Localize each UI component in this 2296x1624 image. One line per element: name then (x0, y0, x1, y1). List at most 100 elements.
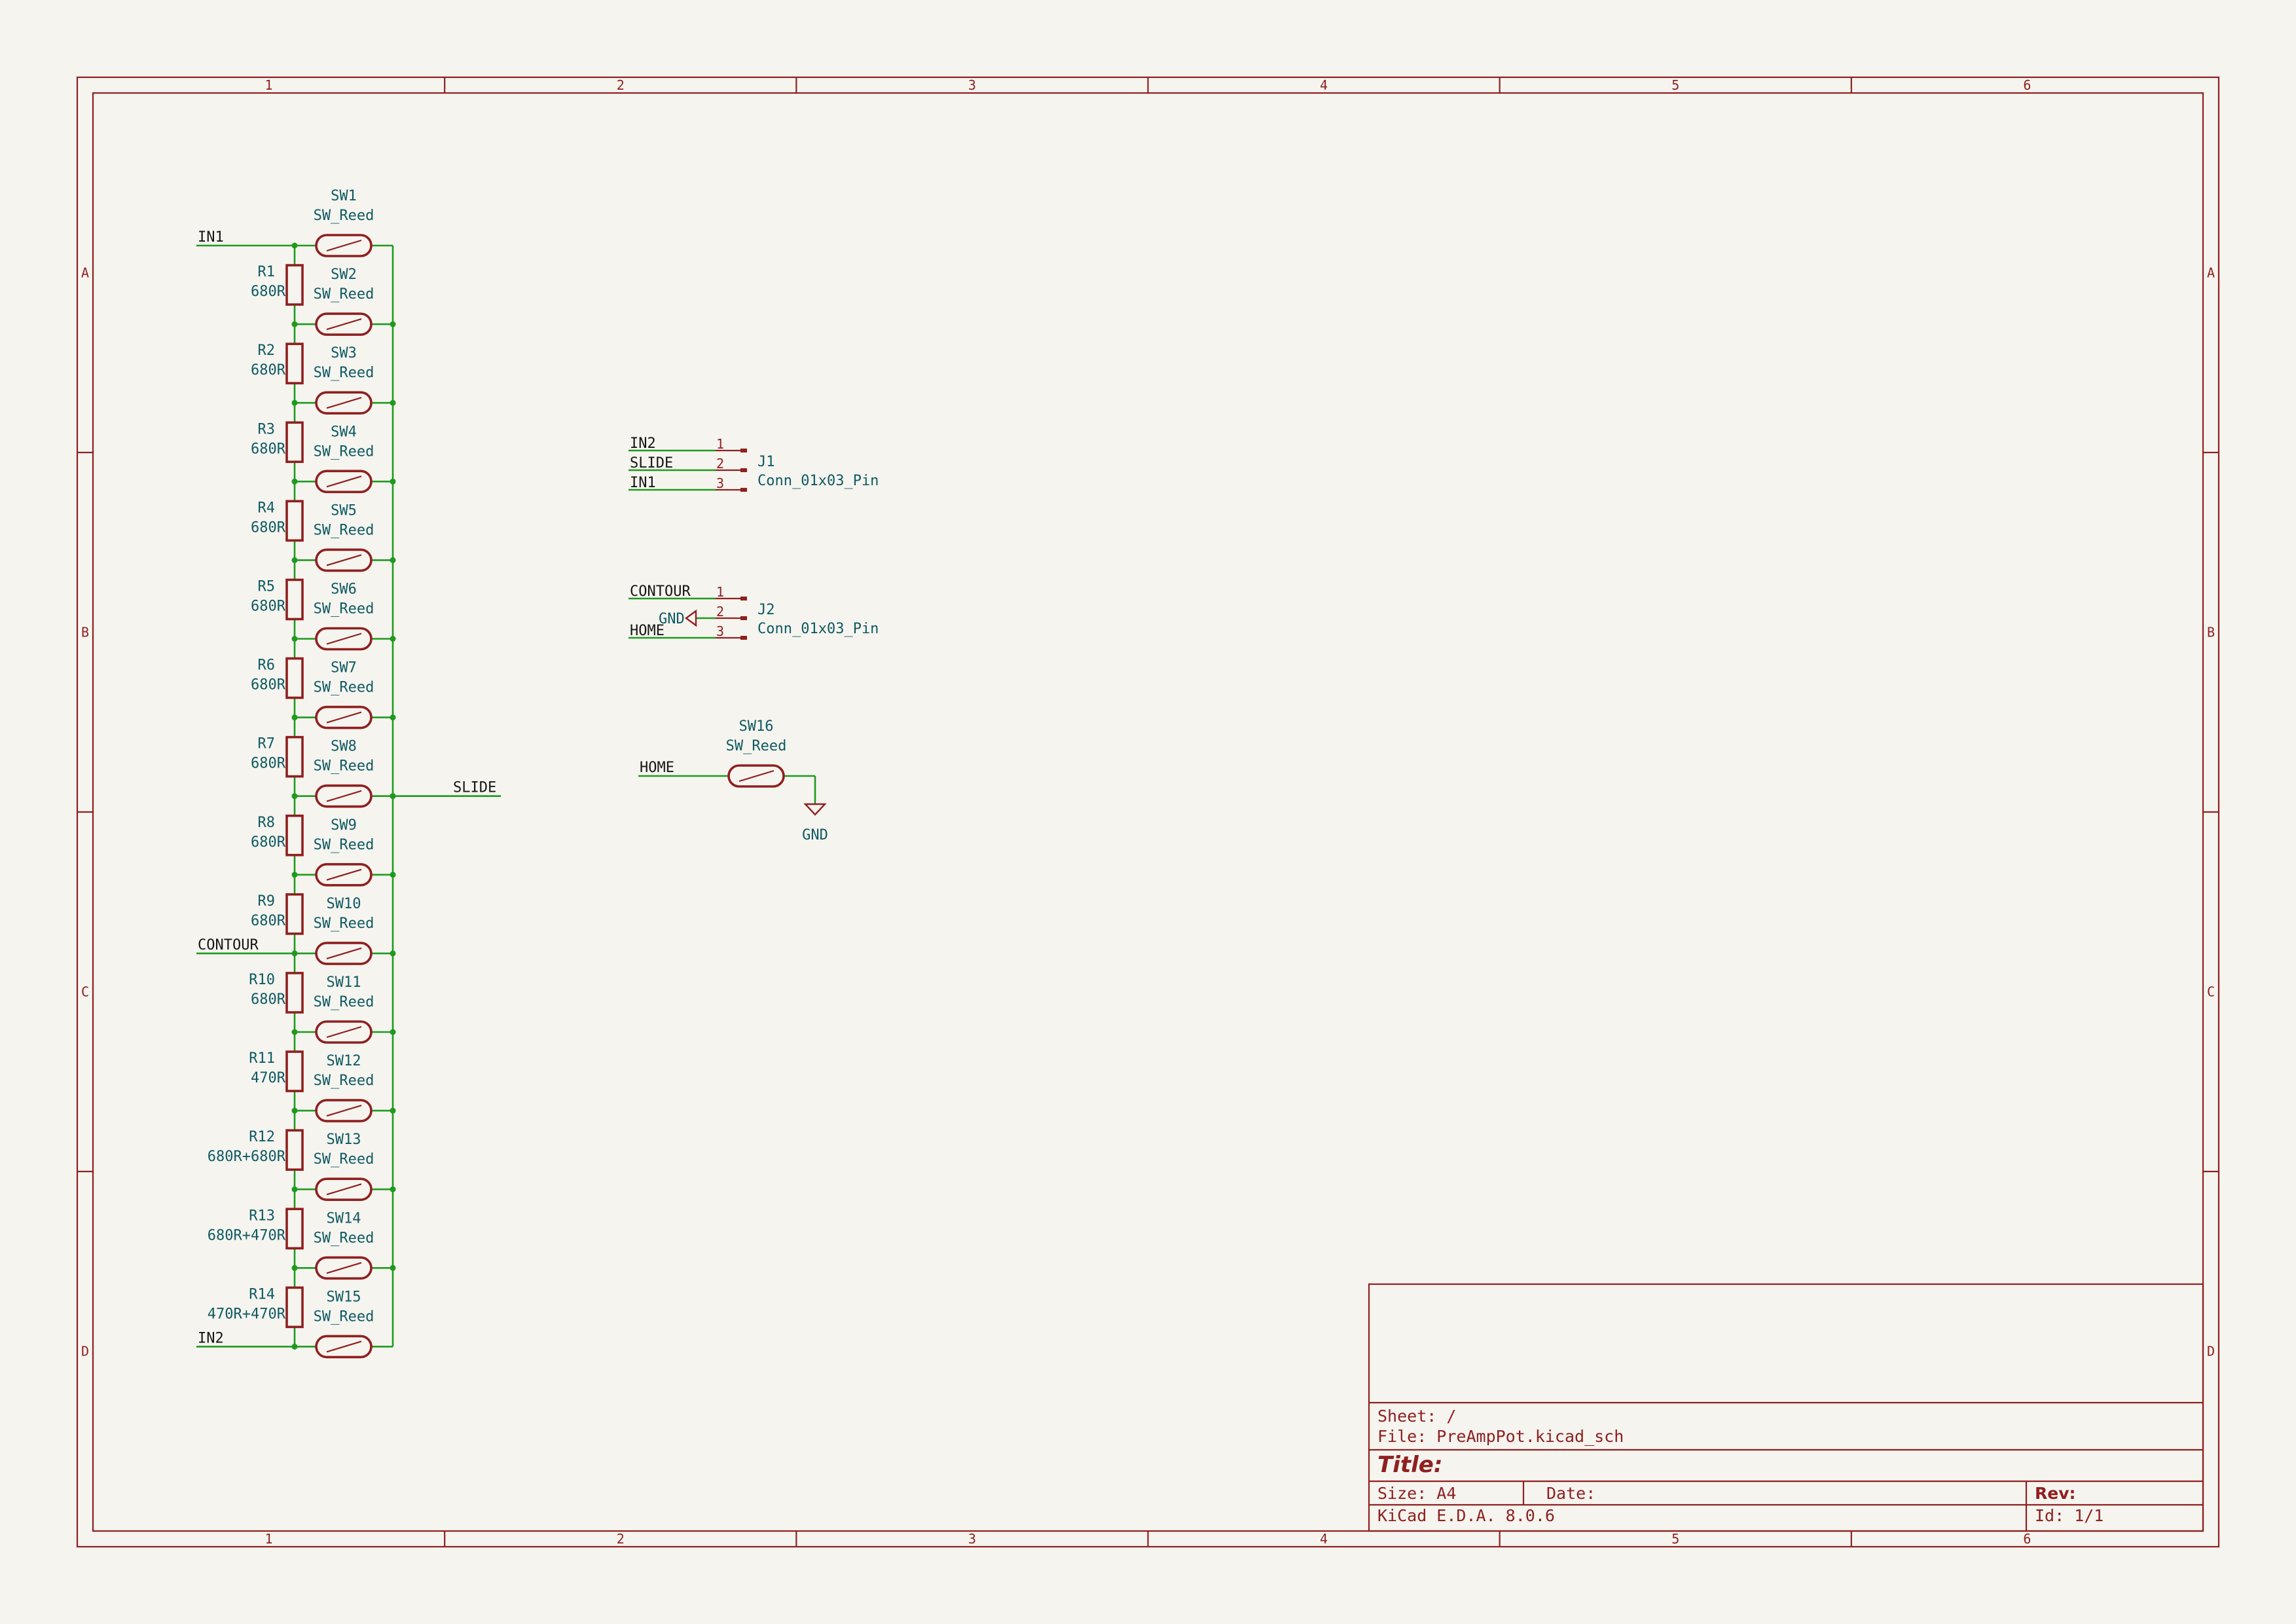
reed-switch[interactable] (315, 863, 373, 887)
ground-icon (803, 803, 827, 816)
reed-switch[interactable] (315, 391, 373, 415)
junction-dot (390, 321, 396, 327)
resistor-value: 680R (251, 362, 286, 378)
zone-column-label: 1 (265, 77, 273, 93)
resistor[interactable] (285, 814, 304, 857)
junction-dot (291, 793, 298, 800)
junction-dot (390, 950, 396, 957)
reed-switch[interactable] (315, 234, 373, 257)
in2-net-label: IN2 (198, 1330, 224, 1346)
zone-column-label: 5 (1671, 1531, 1679, 1547)
zone-column-label: 5 (1671, 77, 1679, 93)
resistor[interactable] (285, 735, 304, 778)
resistor-value: 680R (251, 284, 286, 300)
switch-value: SW_Reed (314, 915, 374, 932)
reed-switch[interactable] (315, 1099, 373, 1122)
contour-net-label: CONTOUR (198, 937, 259, 953)
outer-border (76, 76, 2220, 1548)
generator-label: KiCad E.D.A. 8.0.6 (1377, 1506, 1555, 1525)
zone-column-label: 6 (2023, 1531, 2031, 1547)
resistor[interactable] (285, 1208, 304, 1250)
resistor-reference: R3 (258, 421, 276, 437)
switch-value: SW_Reed (314, 758, 374, 775)
reed-switch[interactable] (315, 1020, 373, 1044)
switch-reference: SW4 (331, 424, 357, 440)
resistor-value: 680R (251, 441, 286, 457)
resistor[interactable] (285, 421, 304, 464)
zone-column-label: 6 (2023, 77, 2031, 93)
junction-dot (291, 1264, 298, 1271)
zone-row-label: D (81, 1344, 89, 1359)
reed-switch[interactable] (315, 627, 373, 651)
resistor[interactable] (285, 1286, 304, 1329)
switch-reference: SW7 (331, 660, 357, 676)
resistor[interactable] (285, 972, 304, 1014)
rev-label: Rev: (2035, 1484, 2076, 1503)
zone-markers: 1 1 2 2 3 3 4 4 5 5 6 6 A A B B C C D D (77, 77, 2219, 1547)
j1-net-label: IN2 (630, 435, 656, 452)
junction-dot (390, 714, 396, 721)
resistor[interactable] (285, 1129, 304, 1171)
resistor[interactable] (285, 500, 304, 542)
reed-switch[interactable] (315, 1256, 373, 1280)
j2-pin-number: 1 (716, 584, 724, 600)
slide-net-label: SLIDE (453, 780, 496, 796)
zone-column-label: 4 (1320, 1531, 1328, 1547)
j2-pin-number: 2 (716, 604, 724, 619)
resistor-switch-ladder: SW1 SW_Reed SW2 SW_Reed SW3 SW_Reed SW4 SW_Reed… (196, 188, 501, 1359)
junction-dot (390, 1029, 396, 1035)
junction-dot (291, 321, 298, 327)
zone-column-label: 3 (968, 77, 976, 93)
resistor-value: 470R+470R (208, 1306, 286, 1322)
switch-reference: SW11 (327, 974, 361, 991)
resistor[interactable] (285, 264, 304, 306)
reed-switch[interactable] (315, 784, 373, 808)
j1-net-label: IN1 (630, 475, 656, 491)
switch-reference: SW2 (331, 267, 357, 283)
reed-switch[interactable] (315, 705, 373, 729)
zone-row-label: A (81, 265, 89, 281)
switch-reference: SW14 (327, 1210, 361, 1227)
reed-switch[interactable] (315, 942, 373, 965)
switch-value: SW_Reed (314, 365, 374, 381)
resistor[interactable] (285, 893, 304, 935)
resistor-value: 680R (251, 598, 286, 614)
connector-j1[interactable]: IN2 SLIDE IN1 1 2 3 J1 Conn_01x03_Pin (629, 435, 879, 492)
switch-value: SW_Reed (314, 1308, 374, 1325)
j2-pin-number: 3 (716, 623, 724, 639)
file-label: File: PreAmpPot.kicad_sch (1377, 1427, 1624, 1446)
reed-switch[interactable] (315, 470, 373, 494)
switch-reference: SW6 (331, 581, 357, 598)
resistor[interactable] (285, 657, 304, 699)
connector-j2[interactable]: 1 CONTOUR GND HOME 1 2 3 J2 Conn_01x03_P… (629, 583, 879, 640)
junction-dot (390, 1186, 396, 1192)
junction-dot (291, 557, 298, 563)
switch-reference: SW1 (331, 188, 357, 204)
reed-switch[interactable] (315, 312, 373, 336)
resistor-reference: R14 (249, 1286, 275, 1302)
reed-switch[interactable] (315, 1335, 373, 1359)
junction-dot (291, 636, 298, 642)
j2-reference: J2 (757, 602, 775, 618)
switch-value: SW_Reed (314, 1230, 374, 1246)
reed-switch[interactable] (315, 548, 373, 572)
resistor-value: 680R (251, 756, 286, 772)
resistor-reference: R10 (249, 972, 275, 988)
switch-reference: SW8 (331, 739, 357, 755)
resistor[interactable] (285, 1050, 304, 1092)
resistor[interactable] (285, 342, 304, 384)
zone-column-label: 2 (617, 77, 625, 93)
size-label: Size: A4 (1377, 1484, 1456, 1503)
switch-value: SW_Reed (314, 601, 374, 618)
reed-switch[interactable] (315, 1177, 373, 1201)
switch-reference: SW5 (331, 502, 357, 519)
resistor-reference: R12 (249, 1129, 275, 1145)
resistor[interactable] (285, 578, 304, 621)
switch-value: SW_Reed (314, 994, 374, 1010)
j1-pin-number: 2 (716, 456, 724, 471)
date-label: Date: (1546, 1484, 1595, 1503)
zone-row-label: B (81, 625, 89, 640)
switch-reference: SW9 (331, 817, 357, 834)
switch-value: SW_Reed (314, 443, 374, 460)
switch-sw16[interactable]: SW16 SW_Reed HOME GND (638, 718, 828, 843)
